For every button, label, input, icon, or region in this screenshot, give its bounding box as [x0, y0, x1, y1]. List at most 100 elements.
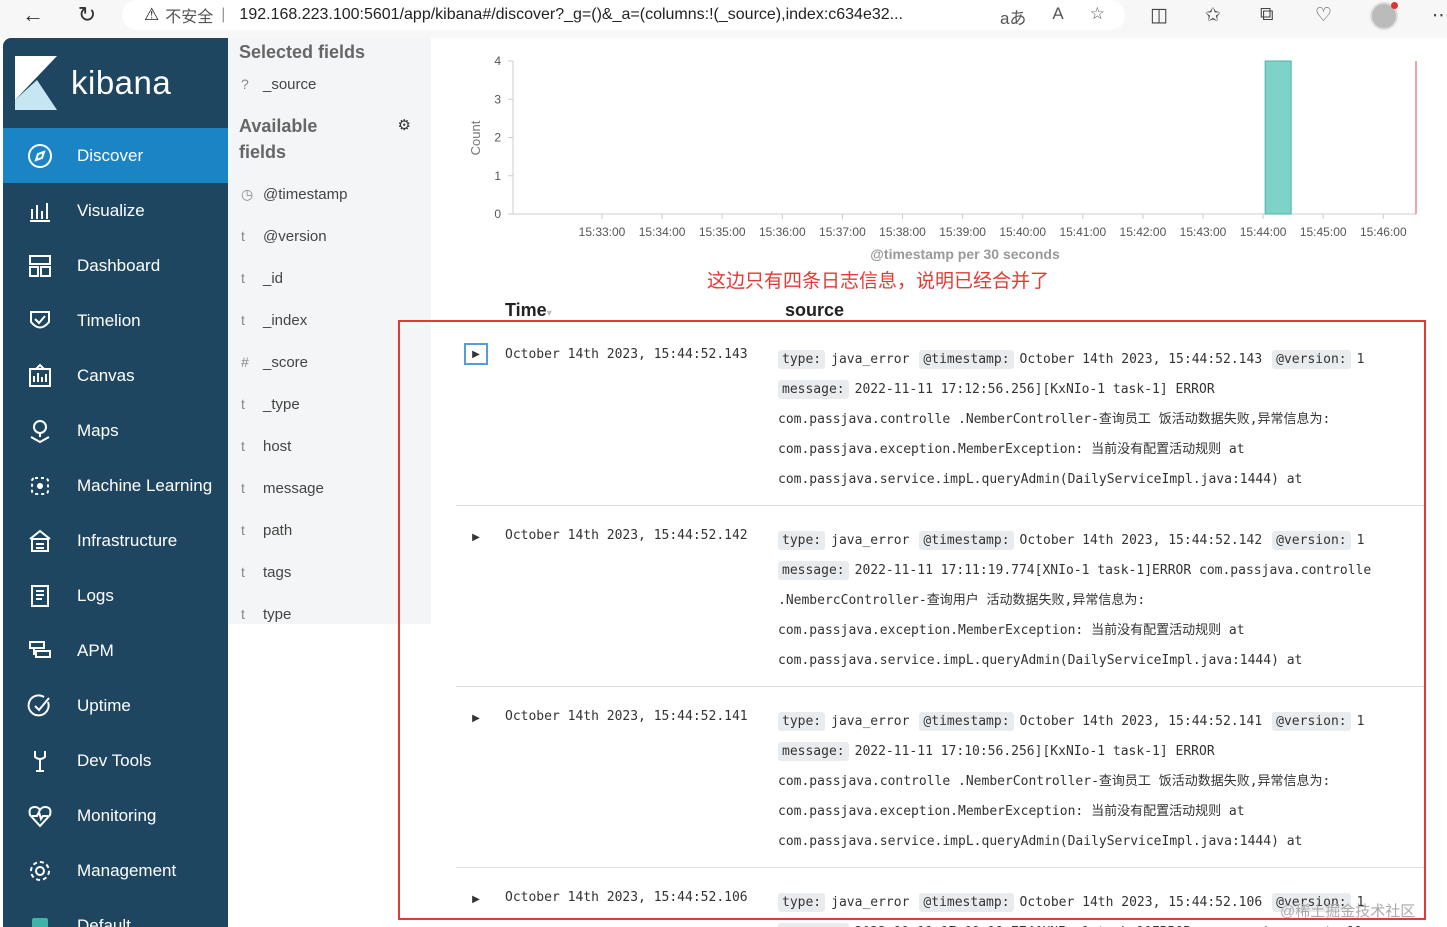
source-column-header: source: [785, 300, 845, 320]
sidebar-item-label: Timelion: [77, 310, 141, 330]
source-field-value: com.passjava.service.impL.queryAdmin(Dai…: [778, 472, 1303, 487]
read-aloud-icon[interactable]: A: [1052, 4, 1063, 29]
sidebar-item-label: Canvas: [77, 365, 135, 385]
x-tick-label: 15:45:00: [1300, 225, 1347, 239]
sidebar-item-default[interactable]: Default: [3, 898, 228, 927]
field-name: _index: [263, 311, 308, 329]
field-item[interactable]: t _id: [228, 257, 431, 299]
field-name: type: [263, 605, 292, 623]
logs-icon: [3, 582, 77, 610]
sidebar-item-label: Discover: [77, 145, 144, 165]
sidebar-item-apm[interactable]: APM: [3, 623, 228, 678]
field-item[interactable]: ? _source: [228, 63, 431, 105]
source-line: com.passjava.service.impL.queryAdmin(Dai…: [778, 465, 1424, 495]
field-name: _id: [263, 269, 284, 287]
sidebar-item-canvas[interactable]: Canvas: [3, 348, 228, 403]
source-field-value: October 14th 2023, 15:44:52.106: [1019, 895, 1263, 910]
sidebar-item-label: Monitoring: [77, 805, 157, 825]
gear-icon[interactable]: ⚙: [398, 113, 411, 139]
dashboard-icon: [3, 252, 77, 280]
source-field-value: com.passjava.controlle .NemberController…: [778, 412, 1331, 427]
source-field-key: type:: [778, 531, 826, 550]
reload-icon[interactable]: ↻: [72, 0, 102, 30]
sidebar-item-uptime[interactable]: Uptime: [3, 678, 228, 733]
source-line: message: 2022-11-11 17:10:56.256][KxNIo-1…: [778, 737, 1424, 767]
source-field-value: com.passjava.exception.MemberException: …: [778, 442, 1245, 457]
kibana-logo-icon: [15, 56, 57, 110]
expand-row-icon[interactable]: ▶: [464, 343, 488, 365]
y-tick-label: 1: [494, 169, 501, 183]
infra-icon: [3, 527, 77, 555]
field-name: message: [263, 479, 324, 497]
performance-icon[interactable]: ♡: [1315, 4, 1332, 27]
annotation-text: 这边只有四条日志信息，说明已经合并了: [707, 271, 1050, 292]
more-menu-icon[interactable]: ⋯: [1432, 4, 1447, 27]
source-field-value: 2022-11-11 17:12:56.256][KxNIo-1 task-1]…: [854, 382, 1215, 397]
field-type-icon: t: [241, 522, 245, 538]
source-field-key: message:: [778, 561, 849, 580]
field-name: _score: [263, 353, 309, 371]
sidebar-item-dev-tools[interactable]: Dev Tools: [3, 733, 228, 788]
source-line: message: 2022-11-11 17:12:56.256][KxNIo-1…: [778, 375, 1424, 405]
source-field-value: October 14th 2023, 15:44:52.141: [1019, 714, 1263, 729]
sidebar-item-discover[interactable]: Discover: [3, 128, 228, 183]
expand-row-icon[interactable]: ▶: [464, 888, 488, 910]
sidebar-item-machine-learning[interactable]: Machine Learning: [3, 458, 228, 513]
y-tick-label: 0: [494, 207, 501, 221]
time-column-header[interactable]: Time▾: [505, 300, 552, 321]
field-type-icon: t: [241, 270, 245, 286]
sidebar-item-maps[interactable]: Maps: [3, 403, 228, 458]
kibana-logo[interactable]: kibana: [3, 38, 228, 128]
expand-row-icon[interactable]: ▶: [464, 707, 488, 729]
field-type-icon: t: [241, 480, 245, 496]
source-field-value: .NembercController-查询用户 活动数据失败,异常信息为:: [778, 593, 1146, 608]
sidebar-item-label: Dashboard: [77, 255, 161, 275]
favorites-icon[interactable]: ✩: [1205, 4, 1221, 27]
compass-icon: [3, 142, 77, 170]
sidebar-item-infrastructure[interactable]: Infrastructure: [3, 513, 228, 568]
field-name: _source: [263, 75, 317, 93]
source-field-value: java_error: [831, 714, 910, 729]
canvas-icon: [3, 362, 77, 390]
row-source: type: java_error @timestamp: October 14th 2…: [778, 345, 1424, 495]
source-field-value: 1: [1356, 533, 1365, 548]
ml-icon: [3, 472, 77, 500]
available-fields-title: Available fields ⚙: [228, 105, 431, 183]
back-arrow-icon[interactable]: ←: [18, 0, 48, 30]
source-field-key: @version:: [1272, 712, 1351, 731]
x-tick-label: 15:36:00: [759, 225, 806, 239]
sort-icon[interactable]: ▾: [547, 308, 552, 319]
field-name: @version: [263, 227, 327, 245]
expand-row-icon[interactable]: ▶: [464, 526, 488, 548]
browser-toolbar: ← ↻ ⚠ 不安全 | 192.168.223.100:5601/app/kib…: [0, 0, 1447, 38]
histogram-chart: 0 1 2 3 4 Count 15:33:00 15:34:00 15:35:00 15:36:…: [468, 54, 1417, 262]
url-text[interactable]: 192.168.223.100:5601/app/kibana#/discove…: [239, 6, 951, 24]
apm-icon: [3, 637, 77, 665]
collections-icon[interactable]: ⧉: [1260, 4, 1274, 26]
field-type-icon: ◷: [241, 185, 254, 202]
address-bar[interactable]: ⚠ 不安全 | 192.168.223.100:5601/app/kibana#…: [122, 0, 1125, 30]
histogram-bar[interactable]: [1264, 60, 1292, 215]
split-screen-icon[interactable]: ◫: [1150, 4, 1168, 27]
field-type-icon: t: [241, 228, 245, 244]
sidebar-item-monitoring[interactable]: Monitoring: [3, 788, 228, 843]
table-row: ▶ October 14th 2023, 15:44:52.141 type: jav…: [456, 687, 1424, 868]
field-type-icon: t: [241, 396, 245, 412]
sidebar-item-label: Machine Learning: [77, 475, 213, 495]
sidebar-item-timelion[interactable]: Timelion: [3, 293, 228, 348]
favorite-star-icon[interactable]: ☆: [1090, 4, 1105, 29]
field-type-icon: t: [241, 312, 245, 328]
source-field-value: 2022-11-11 17:10:56.256][KxNIo-1 task-1]…: [854, 744, 1215, 759]
selected-fields-title: Selected fields: [239, 42, 366, 62]
sidebar-item-visualize[interactable]: Visualize: [3, 183, 228, 238]
sidebar-item-management[interactable]: Management: [3, 843, 228, 898]
source-field-value: 1: [1356, 714, 1365, 729]
sidebar-item-logs[interactable]: Logs: [3, 568, 228, 623]
translate-icon[interactable]: aあ: [1000, 4, 1026, 29]
field-name: tags: [263, 563, 292, 581]
source-field-key: @timestamp:: [919, 712, 1014, 731]
field-item[interactable]: t @version: [228, 215, 431, 257]
sidebar-item-dashboard[interactable]: Dashboard: [3, 238, 228, 293]
document-table: ▶ October 14th 2023, 15:44:52.143 type: jav…: [456, 325, 1424, 927]
x-tick-label: 15:37:00: [819, 225, 866, 239]
